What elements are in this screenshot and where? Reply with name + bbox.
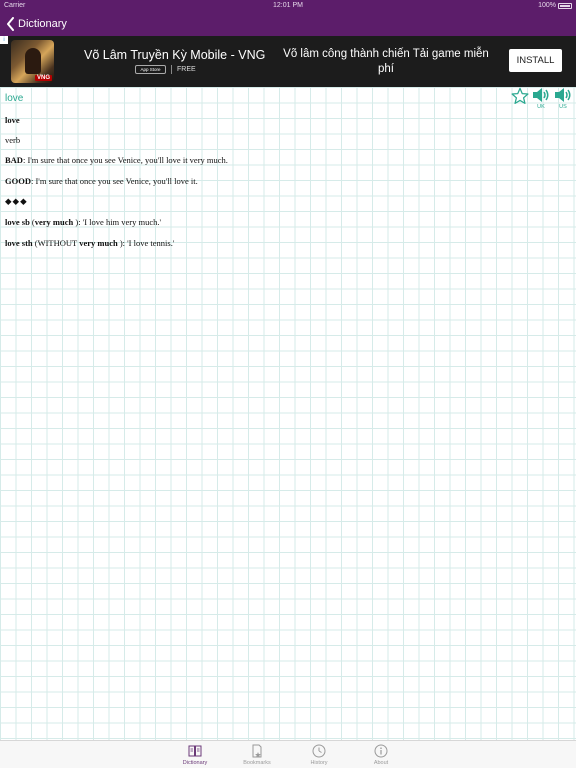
diamond-separator: ◆◆◆ <box>5 196 28 206</box>
pronounce-us-button[interactable]: US <box>554 87 572 111</box>
app-icon-figure <box>25 48 41 74</box>
app-store-badge: App Store <box>135 65 166 74</box>
dictionary-content: love UK US love verb BAD: I'm sure that … <box>0 87 576 740</box>
rule-2-bold: very much <box>79 238 118 248</box>
battery-percent: 100% <box>538 2 556 9</box>
rule-2-word: love sth <box>5 238 33 248</box>
tab-about[interactable]: About <box>356 741 406 768</box>
ad-price: FREE <box>177 66 196 73</box>
back-button[interactable]: Dictionary <box>6 15 67 33</box>
clock-label: 12:01 PM <box>273 2 303 9</box>
ad-title[interactable]: Võ Lâm Truyền Kỳ Mobile - VNG <box>84 48 265 62</box>
tab-label: About <box>373 760 389 766</box>
book-icon <box>188 745 202 757</box>
back-button-label: Dictionary <box>18 18 67 30</box>
status-bar: Carrier 12:01 PM 100% <box>0 0 576 12</box>
bad-example-text: : I'm sure that once you see Venice, you… <box>22 155 228 165</box>
rule-1-rest: ): 'I love him very much.' <box>73 217 162 227</box>
headword-text: love <box>5 115 20 125</box>
battery-icon <box>558 2 572 9</box>
tab-dictionary[interactable]: Dictionary <box>170 741 220 768</box>
info-icon <box>374 744 388 758</box>
tab-label: History <box>310 760 328 766</box>
entry-header-word: love <box>5 93 24 104</box>
ad-banner[interactable]: i VNG Võ Lâm Truyền Kỳ Mobile - VNG App … <box>0 36 576 87</box>
usage-rule-1: love sb (very much ): 'I love him very m… <box>5 217 161 227</box>
headword: love <box>5 115 20 125</box>
speaker-icon <box>555 88 571 102</box>
ad-divider <box>171 65 172 74</box>
bad-example: BAD: I'm sure that once you see Venice, … <box>5 155 228 165</box>
install-button[interactable]: INSTALL <box>509 49 562 72</box>
part-of-speech: verb <box>5 135 21 145</box>
usage-rule-2: love sth (WITHOUT very much ): 'I love t… <box>5 238 174 248</box>
ad-store-row: App Store FREE <box>135 65 196 74</box>
clock-icon <box>312 744 326 758</box>
star-icon <box>511 87 529 105</box>
rule-2-rest: ): 'I love tennis.' <box>117 238 175 248</box>
pronounce-uk-button[interactable]: UK <box>532 87 550 111</box>
ad-promo-text[interactable]: Võ lâm công thành chiến Tải game miễn ph… <box>280 47 492 77</box>
speaker-icon <box>533 88 549 102</box>
tab-history[interactable]: History <box>294 741 344 768</box>
us-label: US <box>559 104 567 110</box>
rule-1-bold: very much <box>34 217 74 227</box>
tab-bar: Dictionary Bookmarks History About <box>0 740 576 768</box>
bad-label: BAD <box>5 155 23 165</box>
uk-label: UK <box>537 104 545 110</box>
ad-app-icon[interactable]: VNG <box>11 40 54 83</box>
good-example: GOOD: I'm sure that once you see Venice,… <box>5 176 198 186</box>
tab-bookmarks[interactable]: Bookmarks <box>232 741 282 768</box>
ad-choices-icon[interactable]: i <box>0 36 8 44</box>
good-example-text: : I'm sure that once you see Venice, you… <box>30 176 198 186</box>
battery-indicator: 100% <box>538 2 572 9</box>
navigation-bar: Dictionary <box>0 12 576 36</box>
rule-1-word: love sb <box>5 217 30 227</box>
tab-label: Bookmarks <box>243 760 271 766</box>
good-label: GOOD <box>5 176 31 186</box>
chevron-left-icon <box>7 17 14 31</box>
bookmark-icon <box>252 744 262 758</box>
rule-2-open: (WITHOUT <box>32 238 80 248</box>
app-icon-badge: VNG <box>34 75 52 81</box>
tab-label: Dictionary <box>182 760 208 766</box>
bookmark-star-button[interactable] <box>511 87 529 105</box>
